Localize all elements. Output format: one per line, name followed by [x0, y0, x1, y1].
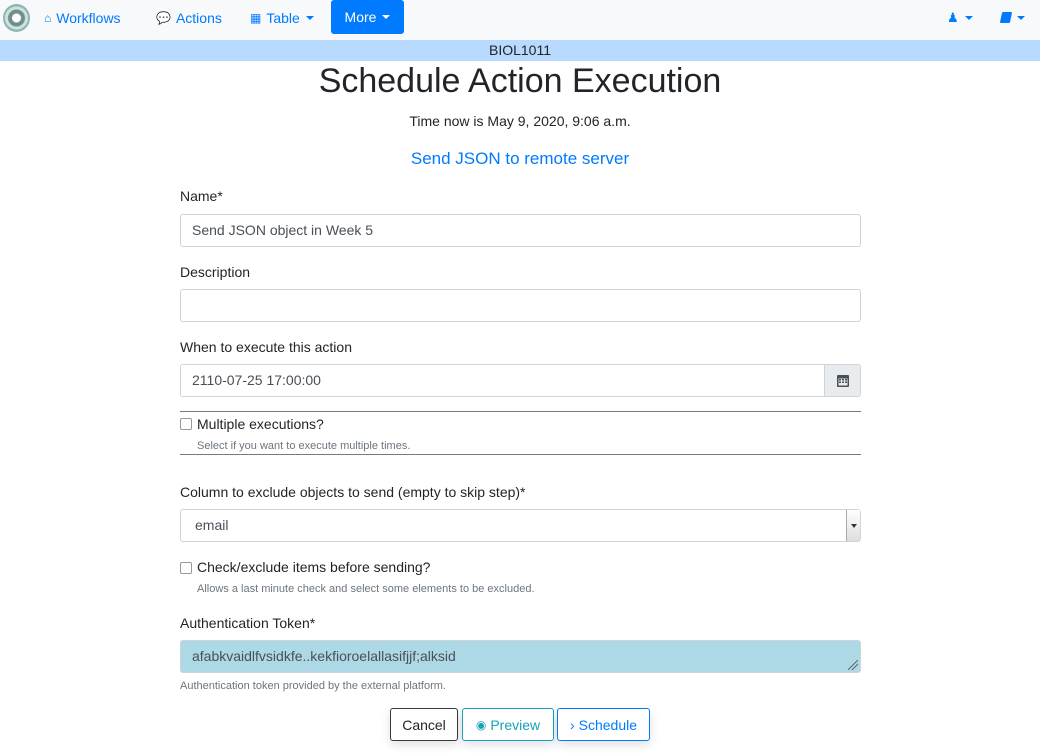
description-label: Description	[180, 264, 251, 280]
description-input[interactable]	[180, 289, 861, 322]
logo[interactable]	[3, 4, 30, 32]
user-icon: ♟	[947, 9, 959, 25]
token-label: Authentication Token*	[180, 615, 316, 631]
chevron-right-icon: ›	[569, 716, 575, 733]
when-label: When to execute this action	[180, 339, 352, 355]
action-name-link[interactable]: Send JSON to remote server	[0, 149, 1040, 169]
confirm-items-help: Allows a last minute check and select so…	[197, 583, 535, 595]
divider	[180, 454, 861, 455]
name-label: Name*	[180, 188, 223, 204]
home-icon: ⌂	[44, 10, 52, 25]
page-title: Schedule Action Execution	[318, 62, 722, 100]
book-icon	[999, 12, 1013, 23]
token-help: Authentication token provided by the ext…	[180, 680, 446, 692]
chevron-down-icon	[1017, 15, 1025, 20]
calendar-button[interactable]	[824, 364, 861, 397]
confirm-items-label: Check/exclude items before sending?	[197, 559, 431, 575]
exclude-column-label: Column to exclude objects to send (empty…	[180, 484, 526, 500]
course-banner: BIOL1011	[0, 40, 1040, 61]
chevron-down-icon	[305, 15, 314, 20]
cancel-button[interactable]: Cancel	[390, 708, 458, 741]
multiple-executions-checkbox[interactable]	[180, 418, 192, 430]
eye-icon: ◉	[475, 717, 487, 732]
comments-icon: 💬	[156, 10, 171, 25]
resize-handle-icon[interactable]	[848, 660, 858, 670]
multiple-executions-label: Multiple executions?	[197, 416, 324, 432]
nav-table[interactable]: ▦ Table	[250, 0, 314, 35]
nav-more[interactable]: More	[331, 0, 404, 34]
token-textarea[interactable]: afabkvaidlfvsidkfe..kekfioroelallasifjjf…	[180, 640, 861, 673]
time-now: Time now is May 9, 2020, 9:06 a.m.	[409, 113, 631, 129]
preview-button[interactable]: ◉ Preview	[462, 708, 554, 741]
multiple-executions-help: Select if you want to execute multiple t…	[197, 440, 411, 452]
name-input[interactable]: Send JSON object in Week 5	[180, 214, 861, 247]
datetime-input[interactable]: 2110-07-25 17:00:00	[180, 364, 825, 397]
navbar: ⌂ Workflows 💬 Actions ▦ Table More ♟	[0, 0, 1040, 40]
exclude-column-select[interactable]: email	[180, 509, 861, 542]
calendar-icon	[836, 375, 849, 387]
schedule-button[interactable]: › Schedule	[557, 708, 650, 741]
docs-menu[interactable]	[999, 0, 1025, 35]
confirm-items-checkbox[interactable]	[180, 562, 192, 574]
nav-workflows[interactable]: ⌂ Workflows	[44, 0, 121, 35]
nav-actions[interactable]: 💬 Actions	[156, 0, 222, 35]
divider	[180, 411, 861, 412]
chevron-down-icon	[382, 15, 391, 19]
table-icon: ▦	[250, 10, 262, 25]
chevron-down-icon	[964, 15, 973, 20]
user-menu[interactable]: ♟	[947, 0, 973, 35]
select-arrow-icon	[846, 510, 860, 541]
